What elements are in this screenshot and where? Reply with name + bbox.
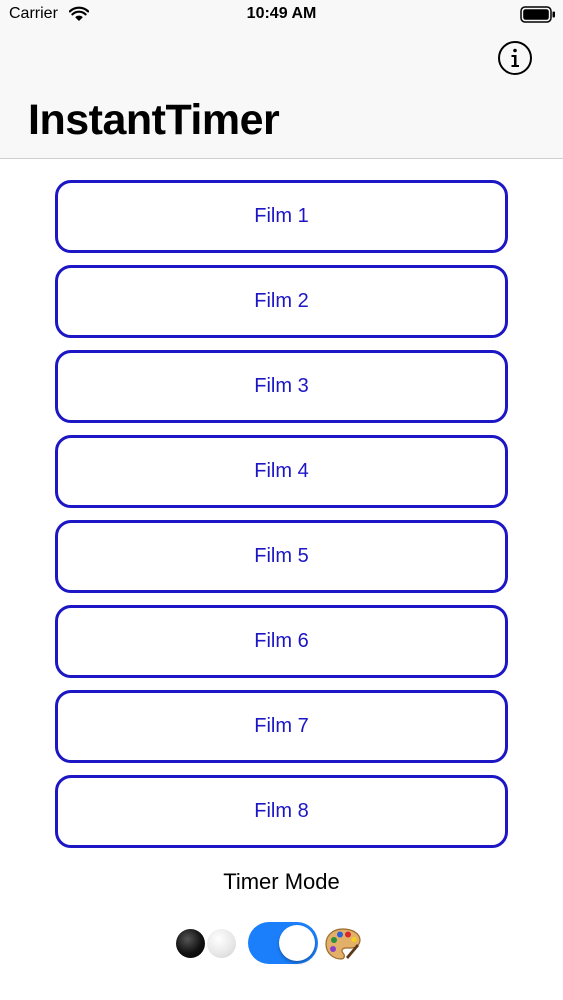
film-list: Film 1 Film 2 Film 3 Film 4 Film 5 Film … [55, 180, 508, 860]
film-2-button[interactable]: Film 2 [55, 265, 508, 338]
film-7-button[interactable]: Film 7 [55, 690, 508, 763]
palette-icon [325, 928, 361, 960]
film-4-button[interactable]: Film 4 [55, 435, 508, 508]
battery-icon [520, 6, 555, 23]
timer-mode-toggle[interactable] [248, 922, 318, 964]
film-5-button[interactable]: Film 5 [55, 520, 508, 593]
toggle-knob [279, 925, 315, 961]
film-8-button[interactable]: Film 8 [55, 775, 508, 848]
status-bar: Carrier 10:49 AM [0, 0, 563, 30]
film-6-button[interactable]: Film 6 [55, 605, 508, 678]
film-3-button[interactable]: Film 3 [55, 350, 508, 423]
navigation-header: Carrier 10:49 AM InstantTimer [0, 0, 563, 159]
timer-mode-controls [0, 920, 563, 966]
info-icon[interactable] [497, 40, 533, 76]
white-dot-icon [207, 929, 236, 958]
timer-mode-label: Timer Mode [223, 869, 340, 894]
black-dot-icon [176, 929, 205, 958]
film-1-button[interactable]: Film 1 [55, 180, 508, 253]
page-title: InstantTimer [28, 96, 280, 144]
status-time: 10:49 AM [246, 5, 317, 22]
